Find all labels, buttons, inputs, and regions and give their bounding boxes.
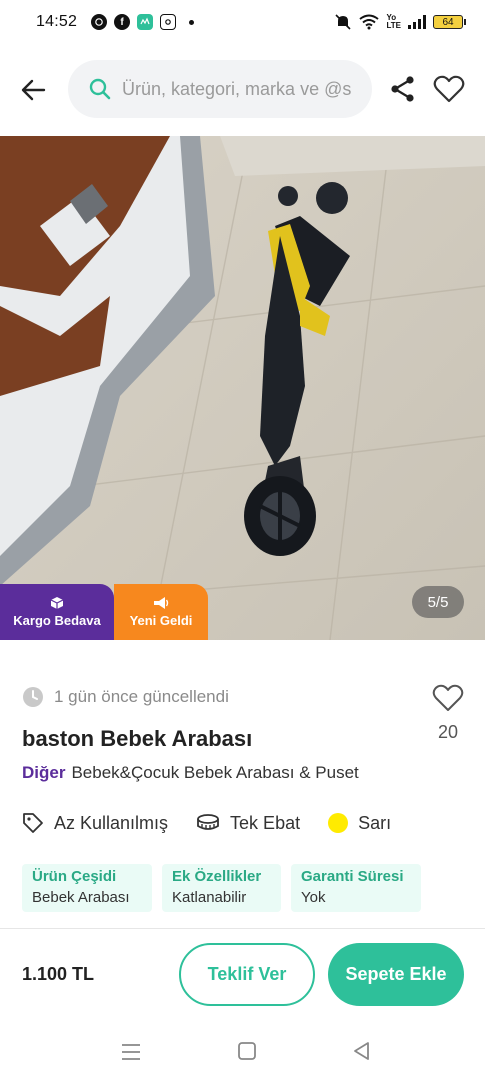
volte-icon: Yo LTE [386, 13, 401, 30]
home-icon[interactable] [237, 1041, 257, 1061]
attribute-chip: Ek Özellikler Katlanabilir [162, 864, 281, 912]
category-path[interactable]: Bebek&Çocuk Bebek Arabası & Puset [71, 763, 358, 782]
facebook-icon: f [114, 14, 131, 30]
package-icon [50, 597, 64, 609]
favorite-count: 20 [437, 722, 459, 742]
search-bar[interactable] [68, 60, 372, 118]
app-notification-icon [137, 14, 154, 30]
wifi-icon [359, 14, 380, 30]
back-nav-icon[interactable] [352, 1041, 372, 1061]
mute-icon [335, 14, 352, 30]
megaphone-icon [154, 597, 169, 609]
attribute-chip: Ürün Çeşidi Bebek Arabası [22, 864, 152, 912]
status-time: 14:52 [36, 13, 78, 30]
brand-link[interactable]: Diğer [22, 763, 65, 782]
system-navigation-bar [0, 1026, 485, 1080]
attribute-key: Ek Özellikler [172, 868, 262, 885]
category-line: Diğer Bebek&Çocuk Bebek Arabası & Puset [22, 763, 359, 783]
condition-text: Az Kullanılmış [54, 812, 169, 833]
favorite-counter[interactable]: 20 [428, 682, 468, 743]
color-swatch [328, 813, 349, 833]
top-app-bar [0, 44, 485, 136]
free-shipping-badge: Kargo Bedava [0, 584, 114, 640]
favorite-heart-icon[interactable] [432, 72, 466, 106]
new-arrival-label: Yeni Geldi [129, 613, 193, 628]
image-counter: 5/5 [412, 586, 464, 618]
new-arrival-badge: Yeni Geldi [114, 584, 208, 640]
status-right: Yo LTE 64 [334, 13, 466, 30]
status-bar: 14:52 f Yo LTE 64 [0, 0, 485, 44]
divider [0, 928, 485, 929]
product-title: baston Bebek Arabası [22, 726, 253, 751]
attribute-value: Yok [301, 889, 326, 906]
status-app-icons: f [91, 14, 195, 30]
attribute-value: Katlanabilir [172, 889, 247, 906]
attribute-chips: Ürün Çeşidi Bebek Arabası Ek Özellikler … [22, 864, 421, 912]
share-icon[interactable] [388, 74, 418, 104]
free-shipping-label: Kargo Bedava [13, 613, 101, 628]
product-features: Az Kullanılmış Tek Ebat Sarı [22, 812, 419, 834]
color-feature: Sarı [328, 813, 391, 834]
add-to-cart-button[interactable]: Sepete Ekle [328, 943, 464, 1006]
attribute-key: Garanti Süresi [301, 868, 404, 885]
condition-feature: Az Kullanılmış [22, 812, 168, 834]
make-offer-button[interactable]: Teklif Ver [179, 943, 315, 1006]
more-notifications-dot [189, 19, 195, 25]
search-icon [89, 78, 111, 100]
clock-icon [23, 687, 43, 707]
last-updated: 1 gün önce güncellendi [22, 686, 229, 708]
tag-icon [23, 813, 43, 833]
size-text: Tek Ebat [230, 812, 301, 833]
heart-icon[interactable] [431, 682, 465, 714]
size-feature: Tek Ebat [196, 813, 300, 834]
battery-indicator: 64 [433, 15, 466, 29]
back-arrow-icon[interactable] [16, 72, 52, 108]
signal-icon [408, 15, 426, 29]
measuring-tape-icon [197, 814, 219, 830]
instagram-icon [160, 14, 177, 30]
search-input[interactable] [122, 78, 352, 100]
attribute-value: Bebek Arabası [32, 889, 130, 906]
attribute-chip: Garanti Süresi Yok [291, 864, 421, 912]
color-text: Sarı [358, 812, 392, 833]
recent-apps-icon[interactable] [120, 1042, 142, 1062]
last-updated-text: 1 gün önce güncellendi [54, 687, 229, 706]
price: 1.100 TL [22, 964, 95, 984]
whatsapp-icon [91, 14, 108, 30]
attribute-key: Ürün Çeşidi [32, 868, 117, 885]
product-image[interactable] [0, 136, 485, 640]
